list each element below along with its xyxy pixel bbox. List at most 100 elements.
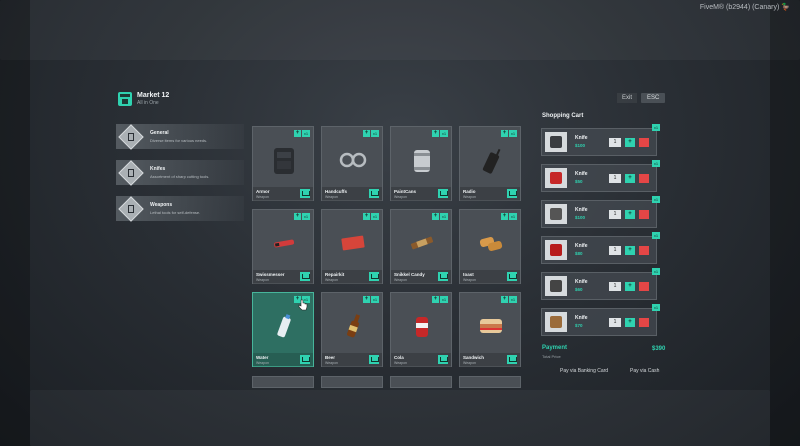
item-card-partial[interactable] [252, 376, 314, 388]
category-knifes[interactable]: Knifes Assortment of sharp cutting tools… [116, 159, 244, 186]
add-icon[interactable]: + [432, 296, 439, 303]
category-weapons[interactable]: Weapons Lethal tools for self-defense. [116, 195, 244, 222]
esc-key[interactable]: ESC [641, 93, 666, 103]
add-to-cart-button[interactable] [300, 272, 310, 281]
item-card-armor[interactable]: + x1 Armor Weapon [252, 126, 314, 201]
cart-qty-input[interactable]: 1 [609, 174, 621, 183]
cart-title: Shopping Cart [542, 113, 584, 119]
add-to-cart-button[interactable] [438, 272, 448, 281]
beer-bottle-icon [347, 314, 361, 338]
cart-remove-button[interactable] [639, 138, 649, 147]
repair-kit-icon [341, 235, 365, 251]
item-card-radio[interactable]: + x1 Radio Weapon [459, 126, 521, 201]
cart-row: x1 Knife $100 1 + [541, 196, 660, 228]
add-icon[interactable]: + [501, 213, 508, 220]
item-category: Weapon [463, 195, 476, 199]
cart-row: x1 Knife $100 1 + [541, 124, 660, 156]
category-name: Knifes [150, 166, 166, 172]
item-qty: x1 [440, 213, 448, 220]
item-card-handcuffs[interactable]: + x1 Handcuffs Weapon [321, 126, 383, 201]
item-card-repairkit[interactable]: + x1 Repairkit Weapon [321, 209, 383, 284]
item-qty: x1 [302, 213, 310, 220]
add-icon[interactable]: + [294, 130, 301, 137]
add-icon[interactable]: + [432, 213, 439, 220]
cart-item-name: Knife [575, 171, 588, 177]
cart-qty-input[interactable]: 1 [609, 318, 621, 327]
item-card-swissmesser[interactable]: + x1 Swissmesser Weapon [252, 209, 314, 284]
item-card-toast[interactable]: + x1 toast Weapon [459, 209, 521, 284]
cart-item-thumb [545, 312, 567, 332]
cart-item-thumb [545, 204, 567, 224]
cart-item-thumb [545, 276, 567, 296]
cart-increase-button[interactable]: + [625, 318, 635, 327]
cart-increase-button[interactable]: + [625, 138, 635, 147]
paint-can-icon [414, 150, 430, 172]
item-qty: x1 [371, 213, 379, 220]
add-to-cart-button[interactable] [438, 355, 448, 364]
item-category: Weapon [256, 361, 269, 365]
cart-item-price: $80 [575, 251, 583, 256]
add-to-cart-button[interactable] [369, 272, 379, 281]
item-name: Handcuffs [325, 189, 348, 194]
cart-qty-badge: x1 [652, 160, 660, 167]
list-icon [118, 159, 144, 186]
add-icon[interactable]: + [501, 296, 508, 303]
market-header: Market 12 All in One [118, 92, 169, 106]
cart-increase-button[interactable]: + [625, 174, 635, 183]
add-to-cart-button[interactable] [369, 189, 379, 198]
add-icon[interactable]: + [432, 130, 439, 137]
item-card-beer[interactable]: + x1 Beer Weapon [321, 292, 383, 367]
cart-remove-button[interactable] [639, 318, 649, 327]
add-to-cart-button[interactable] [507, 355, 517, 364]
item-card-sandwich[interactable]: + x1 Sandwich Weapon [459, 292, 521, 367]
add-to-cart-button[interactable] [300, 189, 310, 198]
item-card-snikkel-candy[interactable]: + x1 Snikkel Candy Weapon [390, 209, 452, 284]
item-qty: x1 [371, 296, 379, 303]
category-list: General Diverse items for various needs.… [116, 123, 244, 232]
cart-increase-button[interactable]: + [625, 210, 635, 219]
cart-qty-input[interactable]: 1 [609, 138, 621, 147]
knife-icon [550, 172, 562, 184]
knife-icon [550, 316, 562, 328]
cart-qty-input[interactable]: 1 [609, 246, 621, 255]
add-to-cart-button[interactable] [438, 189, 448, 198]
cart-qty-input[interactable]: 1 [609, 282, 621, 291]
item-name: Water [256, 355, 269, 360]
add-to-cart-button[interactable] [507, 189, 517, 198]
cart-remove-button[interactable] [639, 210, 649, 219]
pay-cash-button[interactable]: Pay via Cash [630, 368, 659, 374]
cart-increase-button[interactable]: + [625, 282, 635, 291]
add-to-cart-button[interactable] [507, 272, 517, 281]
cola-can-icon [416, 317, 428, 337]
category-name: Weapons [150, 202, 173, 208]
add-icon[interactable]: + [294, 213, 301, 220]
item-category: Weapon [325, 278, 338, 282]
item-card-paintcans[interactable]: + x1 PaintCans Weapon [390, 126, 452, 201]
add-icon[interactable]: + [363, 296, 370, 303]
payment-label: Payment [542, 345, 568, 351]
item-name: Snikkel Candy [394, 272, 425, 277]
item-card-partial[interactable] [459, 376, 521, 388]
cart-item-name: Knife [575, 207, 588, 213]
background-right-shade [770, 0, 800, 446]
item-name: toast [463, 272, 474, 277]
cart-remove-button[interactable] [639, 174, 649, 183]
cart-increase-button[interactable]: + [625, 246, 635, 255]
exit-label[interactable]: Exit [617, 93, 638, 103]
exit-control[interactable]: Exit ESC [617, 93, 666, 103]
cart-item-thumb [545, 168, 567, 188]
add-icon[interactable]: + [363, 130, 370, 137]
cart-remove-button[interactable] [639, 246, 649, 255]
cart-remove-button[interactable] [639, 282, 649, 291]
add-icon[interactable]: + [501, 130, 508, 137]
item-card-partial[interactable] [390, 376, 452, 388]
item-card-partial[interactable] [321, 376, 383, 388]
add-to-cart-button[interactable] [369, 355, 379, 364]
add-to-cart-button[interactable] [300, 355, 310, 364]
category-general[interactable]: General Diverse items for various needs. [116, 123, 244, 150]
item-card-cola[interactable]: + x1 Cola Weapon [390, 292, 452, 367]
swiss-knife-icon [274, 239, 295, 248]
pay-bank-button[interactable]: Pay via Banking Card [560, 368, 608, 374]
add-icon[interactable]: + [363, 213, 370, 220]
cart-qty-input[interactable]: 1 [609, 210, 621, 219]
